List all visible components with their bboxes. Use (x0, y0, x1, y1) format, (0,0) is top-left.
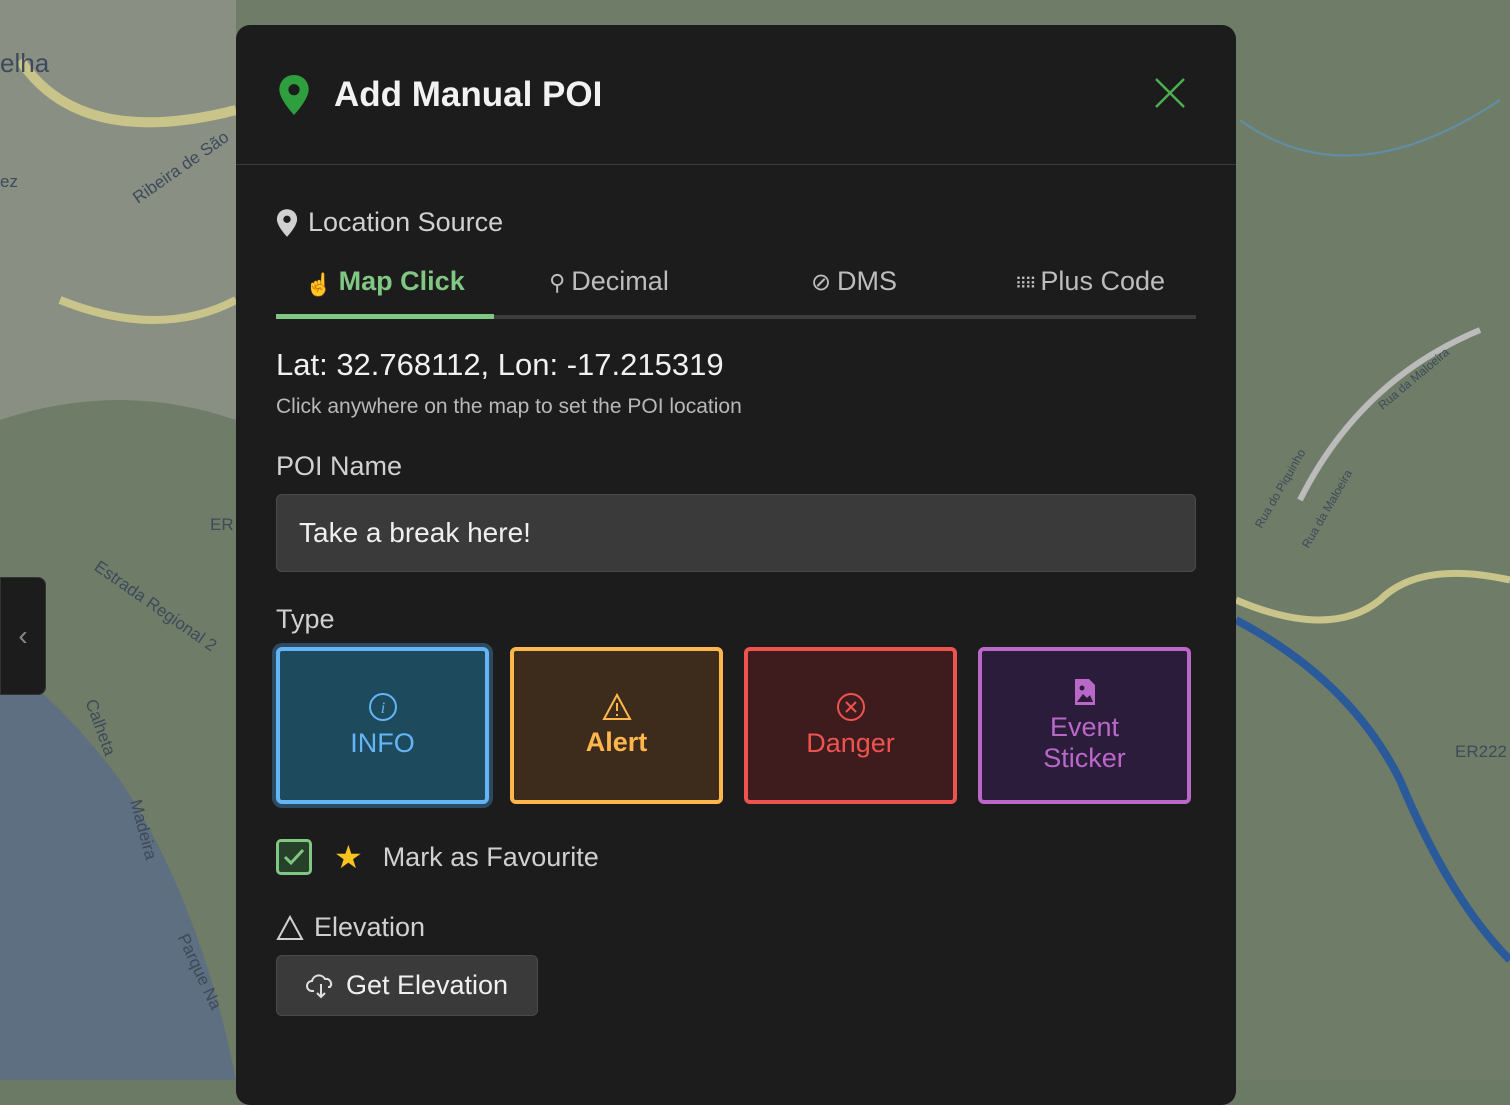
poi-name-input[interactable]: Take a break here! (276, 494, 1196, 572)
tab-decimal[interactable]: ⚲ Decimal (494, 266, 724, 315)
type-danger-button[interactable]: Danger (744, 647, 957, 804)
x-circle-icon (836, 693, 865, 721)
location-pin-icon (276, 208, 298, 237)
type-option-label: Event Sticker (1043, 711, 1126, 773)
hand-pointer-icon: ☝ (305, 272, 333, 297)
type-selector: i INFO Alert Danger Event Sticker (276, 647, 1196, 804)
cloud-download-icon (306, 973, 333, 998)
tab-label: Map Click (338, 266, 465, 296)
triangle-icon (276, 914, 304, 940)
tab-label: DMS (837, 266, 898, 296)
add-poi-dialog: Add Manual POI Location Source ☝ Map Clic… (236, 25, 1236, 1105)
get-elevation-button[interactable]: Get Elevation (276, 955, 538, 1016)
favourite-row: ★ Mark as Favourite (276, 838, 1196, 876)
type-label: Type (276, 604, 335, 634)
type-option-label: Alert (585, 727, 648, 757)
map-label: elha (0, 48, 50, 78)
map-click-hint: Click anywhere on the map to set the POI… (276, 395, 742, 418)
elevation-heading: Elevation (276, 912, 1196, 943)
tab-label: Plus Code (1040, 266, 1165, 296)
map-pin-icon (279, 74, 309, 115)
type-option-label: INFO (350, 728, 415, 758)
svg-text:i: i (380, 700, 384, 717)
favourite-checkbox[interactable] (276, 839, 312, 875)
location-source-label: Location Source (308, 207, 504, 237)
type-alert-button[interactable]: Alert (510, 647, 723, 804)
chevron-left-icon: ‹ (18, 620, 28, 651)
info-icon: i (368, 693, 397, 721)
dialog-header: Add Manual POI (236, 25, 1236, 165)
elevation-label: Elevation (314, 912, 426, 942)
image-file-icon (1074, 678, 1095, 705)
location-source-heading: Location Source (276, 207, 1196, 238)
tab-dms[interactable]: ⊘ DMS (724, 266, 984, 315)
compass-icon: ⊘ (810, 269, 832, 296)
map-label: ez (0, 172, 18, 191)
location-source-tabs: ☝ Map Click ⚲ Decimal ⊘ DMS ⠿⠿ Plus Code (276, 266, 1196, 319)
grid-icon: ⠿⠿ (1014, 276, 1036, 293)
get-elevation-label: Get Elevation (345, 970, 509, 1000)
map-label: ER (210, 515, 234, 534)
tab-plus-code[interactable]: ⠿⠿ Plus Code (984, 266, 1196, 315)
tab-label: Decimal (571, 266, 669, 296)
star-icon: ★ (334, 839, 363, 875)
dialog-title: Add Manual POI (334, 74, 603, 114)
sidebar-toggle-button[interactable]: ‹ (0, 577, 46, 695)
warning-icon (601, 693, 632, 720)
checkmark-icon (283, 848, 305, 866)
type-option-label: Danger (806, 728, 895, 758)
type-info-button[interactable]: i INFO (276, 647, 489, 804)
map-label: ER222 (1455, 742, 1507, 761)
type-event-sticker-button[interactable]: Event Sticker (978, 647, 1191, 804)
coordinates-readout: Lat: 32.768112, Lon: -17.215319 (276, 347, 724, 382)
poi-name-label: POI Name (276, 451, 403, 481)
tab-map-click[interactable]: ☝ Map Click (276, 266, 494, 319)
favourite-label: Mark as Favourite (382, 841, 599, 872)
close-icon[interactable] (1154, 77, 1186, 109)
map-marker-outline-icon: ⚲ (549, 270, 566, 295)
